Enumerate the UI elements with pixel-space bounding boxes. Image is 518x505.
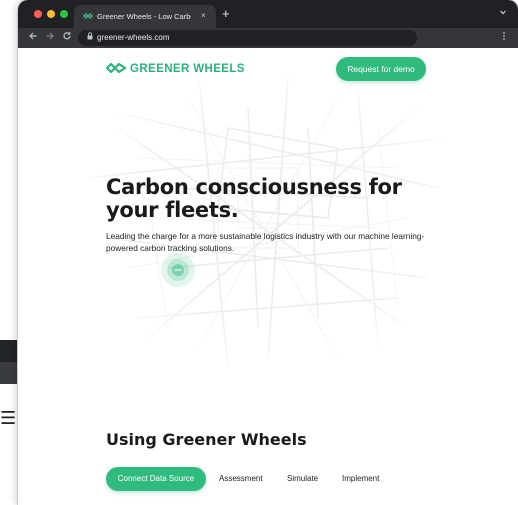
kebab-menu-icon[interactable] xyxy=(502,31,506,45)
new-tab-button[interactable]: + xyxy=(222,6,230,22)
tab-close-icon[interactable]: × xyxy=(201,10,206,22)
arrow-right-icon[interactable] xyxy=(45,31,55,46)
address-bar[interactable]: greener-wheels.com xyxy=(78,30,417,46)
reload-icon[interactable] xyxy=(62,31,72,46)
hamburger-menu-icon[interactable]: ☰ xyxy=(0,410,16,428)
background-window-titlebar xyxy=(0,340,20,362)
logo-text: GREENER WHEELS xyxy=(130,63,245,75)
hero-subtitle: Leading the charge for a more sustainabl… xyxy=(106,231,425,253)
background-window-toolbar xyxy=(0,362,20,384)
web-page: GREENER WHEELS Request for demo Carbon c… xyxy=(18,48,518,505)
browser-window: Greener Wheels - Low Carbon × + greener-… xyxy=(18,0,518,505)
maximize-window-button[interactable] xyxy=(60,10,68,18)
tab-implement[interactable]: Implement xyxy=(342,467,379,491)
tab-assessment[interactable]: Assessment xyxy=(219,467,263,491)
chevron-down-icon[interactable] xyxy=(499,8,507,18)
vehicle-location-icon xyxy=(161,253,195,287)
greener-wheels-logo-icon xyxy=(106,62,126,74)
minimize-window-button[interactable] xyxy=(47,10,55,18)
browser-toolbar: greener-wheels.com xyxy=(18,28,518,48)
tab-simulate[interactable]: Simulate xyxy=(287,467,318,491)
section-title: Using Greener Wheels xyxy=(106,430,307,449)
hero-title: Carbon consciousness for your fleets. xyxy=(106,175,402,222)
arrow-left-icon[interactable] xyxy=(28,31,38,46)
tab-title: Greener Wheels - Low Carbon xyxy=(97,12,191,21)
browser-titlebar: Greener Wheels - Low Carbon × + xyxy=(18,0,518,28)
browser-tab[interactable]: Greener Wheels - Low Carbon × xyxy=(74,5,216,28)
request-demo-button[interactable]: Request for demo xyxy=(336,57,426,81)
greener-wheels-favicon-icon xyxy=(83,11,93,21)
lock-icon[interactable] xyxy=(87,32,93,45)
close-window-button[interactable] xyxy=(34,10,42,18)
tab-connect-data-source[interactable]: Connect Data Source xyxy=(106,467,206,491)
url-text: greener-wheels.com xyxy=(97,33,170,42)
